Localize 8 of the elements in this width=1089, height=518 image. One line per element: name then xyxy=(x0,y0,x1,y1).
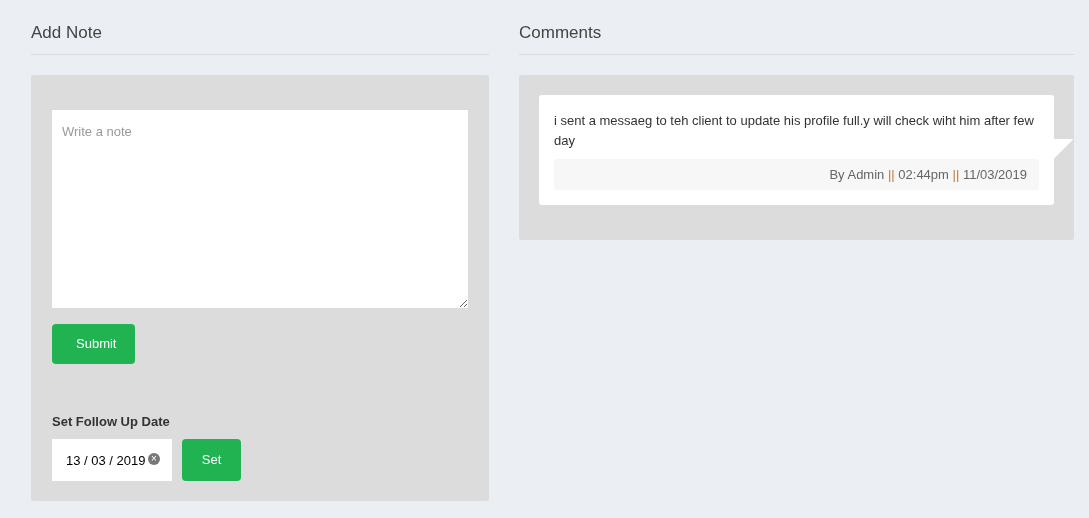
section-title: Comments xyxy=(519,20,1074,55)
field-label: Set Follow Up Date xyxy=(52,412,171,431)
note-textarea[interactable]: Write a note xyxy=(52,109,468,308)
comment-meta: By Admin || 02:44pm || 11/03/2019 xyxy=(829,166,1027,182)
submit-button[interactable]: Submit xyxy=(52,323,135,364)
set-button[interactable]: Set xyxy=(182,439,241,481)
section-title: Add Note xyxy=(31,20,489,55)
comment-text: i sent a messaeg to teh client to update his profile full.y will check wiht him after few day xyxy=(554,111,1035,150)
